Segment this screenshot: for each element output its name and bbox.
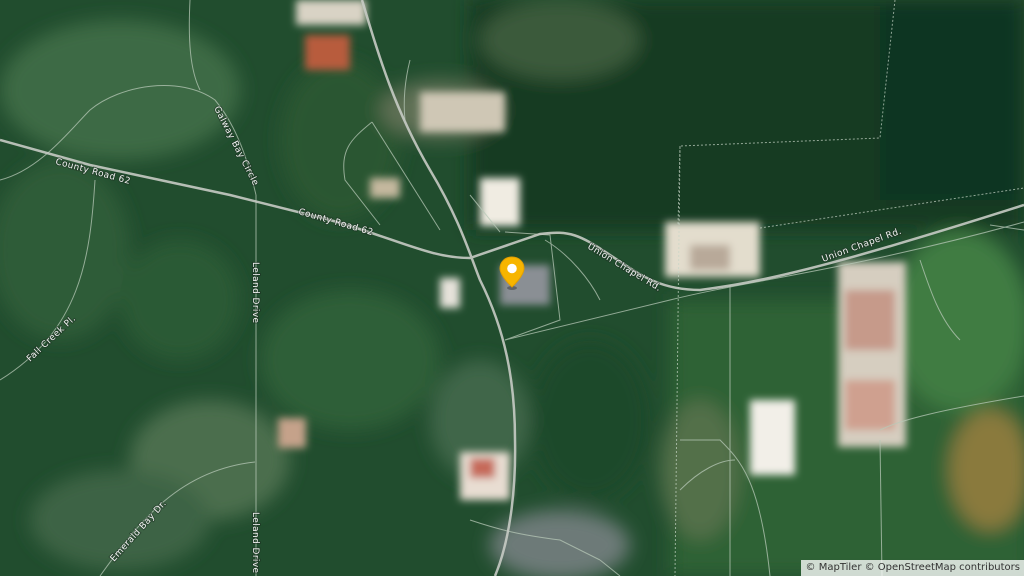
osm-attribution-link[interactable]: © OpenStreetMap contributors (865, 562, 1020, 573)
map-canvas[interactable]: County Road 62 County Road 62 Union Chap… (0, 0, 1024, 576)
maptiler-attribution-link[interactable]: © MapTiler (806, 562, 862, 573)
road-label-leland-north: Leland Drive (250, 262, 260, 324)
map-attribution: © MapTiler © OpenStreetMap contributors (800, 560, 1024, 576)
road-label-leland-south: Leland Drive (250, 512, 260, 574)
location-pin-icon[interactable] (498, 255, 526, 291)
